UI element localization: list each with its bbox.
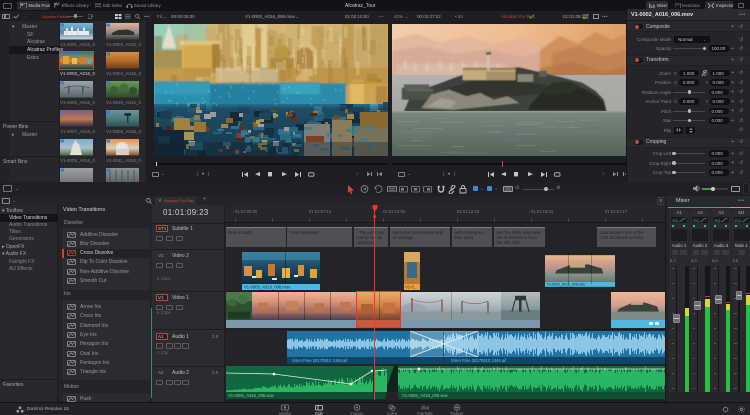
svg-text:V1-0...: V1-0... — [405, 285, 417, 290]
svg-text:V1-0003_A016_006.mov: V1-0003_A016_006.mov — [244, 285, 291, 290]
svg-text:V1-0002_A016_006.mov: V1-0002_A016_006.mov — [547, 283, 586, 287]
